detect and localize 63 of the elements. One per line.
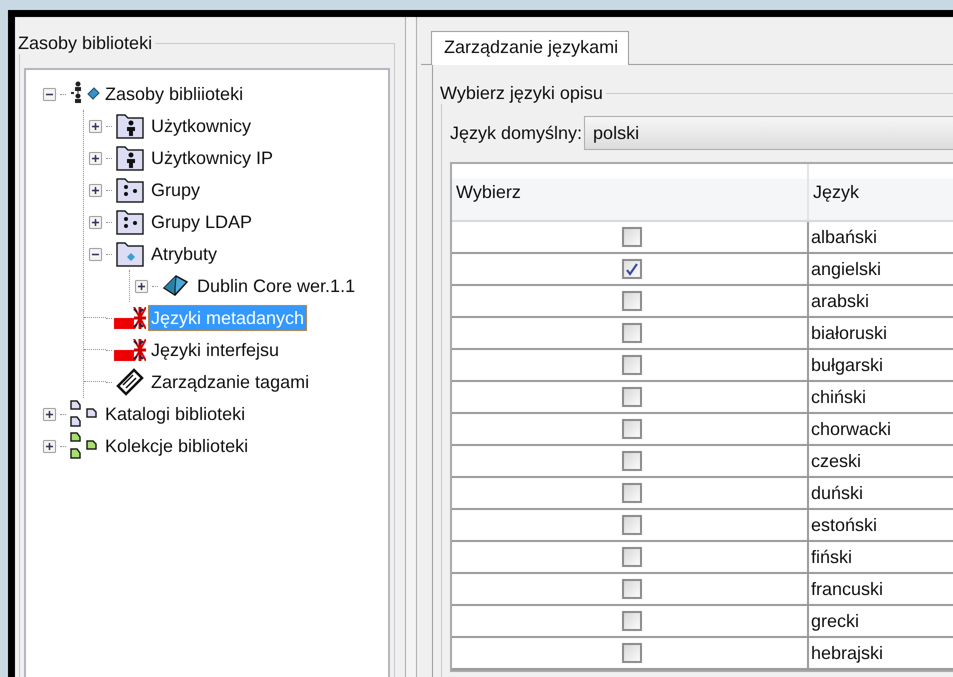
user-folder-icon: [116, 112, 144, 140]
table-cell-text: arabski: [810, 290, 870, 312]
table-cell-text: grecki: [810, 610, 860, 633]
table-cell-text: chiński: [810, 386, 866, 408]
table-cell-text: francuski: [810, 578, 884, 600]
checkbox[interactable]: [622, 419, 642, 439]
table-cell-text: albański: [810, 226, 878, 248]
checkbox[interactable]: [622, 323, 642, 343]
checkbox[interactable]: [622, 643, 642, 663]
column-header[interactable]: Wybierz: [452, 164, 809, 220]
language-dropdown[interactable]: polski: [584, 116, 953, 150]
tree-item[interactable]: Grupy LDAP: [148, 209, 256, 235]
tab[interactable]: Zarządzanie językami: [431, 31, 630, 65]
expand-icon[interactable]: [134, 280, 148, 292]
table-cell-text: bułgarski: [810, 354, 884, 377]
tree-item[interactable]: Języki interfejsu: [148, 337, 282, 363]
expand-icon[interactable]: [42, 440, 56, 452]
checkbox[interactable]: [622, 547, 642, 567]
splitter-bar[interactable]: [405, 17, 417, 677]
flag-icon: [114, 339, 146, 361]
expand-icon[interactable]: [88, 216, 102, 228]
folder-icon: [116, 240, 144, 268]
table-cell-text: chorwacki: [810, 418, 892, 440]
checkbox[interactable]: [622, 259, 642, 279]
collapse-icon[interactable]: [88, 248, 102, 260]
tree-item[interactable]: Katalogi biblioteki: [102, 401, 248, 427]
tree-item[interactable]: Użytkownicy: [148, 113, 254, 139]
table-cell-text: białoruski: [810, 322, 888, 344]
gem-icon: [161, 273, 191, 299]
flag-icon: [114, 307, 146, 329]
checkbox[interactable]: [622, 355, 642, 375]
tree-item[interactable]: Kolekcje biblioteki: [102, 433, 252, 459]
field-label: Język domyślny:: [450, 122, 582, 144]
checkbox[interactable]: [622, 291, 642, 311]
table-cell-text: hebrajski: [810, 642, 884, 665]
table-cell-text: duński: [810, 482, 864, 504]
expand-icon[interactable]: [42, 408, 56, 420]
checkbox[interactable]: [622, 515, 642, 535]
tree-item[interactable]: Dublin Core wer.1.1: [194, 273, 358, 299]
expand-icon[interactable]: [88, 184, 102, 196]
user-folder-icon: [116, 144, 144, 172]
expand-icon[interactable]: [88, 120, 102, 132]
checkbox[interactable]: [622, 387, 642, 407]
table-cell-text: angielski: [810, 258, 882, 281]
tag-icon: [114, 366, 146, 398]
tree-item[interactable]: Zarządzanie tagami: [148, 369, 312, 395]
table-cell-text: fiński: [810, 546, 852, 568]
expand-icon[interactable]: [88, 152, 102, 164]
table-cell-text: estoński: [810, 514, 878, 536]
group-folder-icon: [116, 208, 144, 236]
tree-item[interactable]: Użytkownicy IP: [148, 145, 276, 171]
checkbox[interactable]: [622, 227, 642, 247]
tree-item[interactable]: Atrybuty: [148, 241, 220, 267]
checkbox[interactable]: [622, 451, 642, 471]
collapse-icon[interactable]: [42, 88, 56, 100]
checkbox[interactable]: [622, 579, 642, 599]
tree-item[interactable]: Zasoby bibliioteki: [102, 81, 246, 107]
checkbox[interactable]: [622, 483, 642, 503]
tree-item[interactable]: Grupy: [148, 177, 204, 203]
table-cell-text: czeski: [810, 450, 862, 472]
group-folder-icon: [116, 176, 144, 204]
column-header[interactable]: Język: [809, 164, 860, 220]
checkbox[interactable]: [622, 611, 642, 631]
